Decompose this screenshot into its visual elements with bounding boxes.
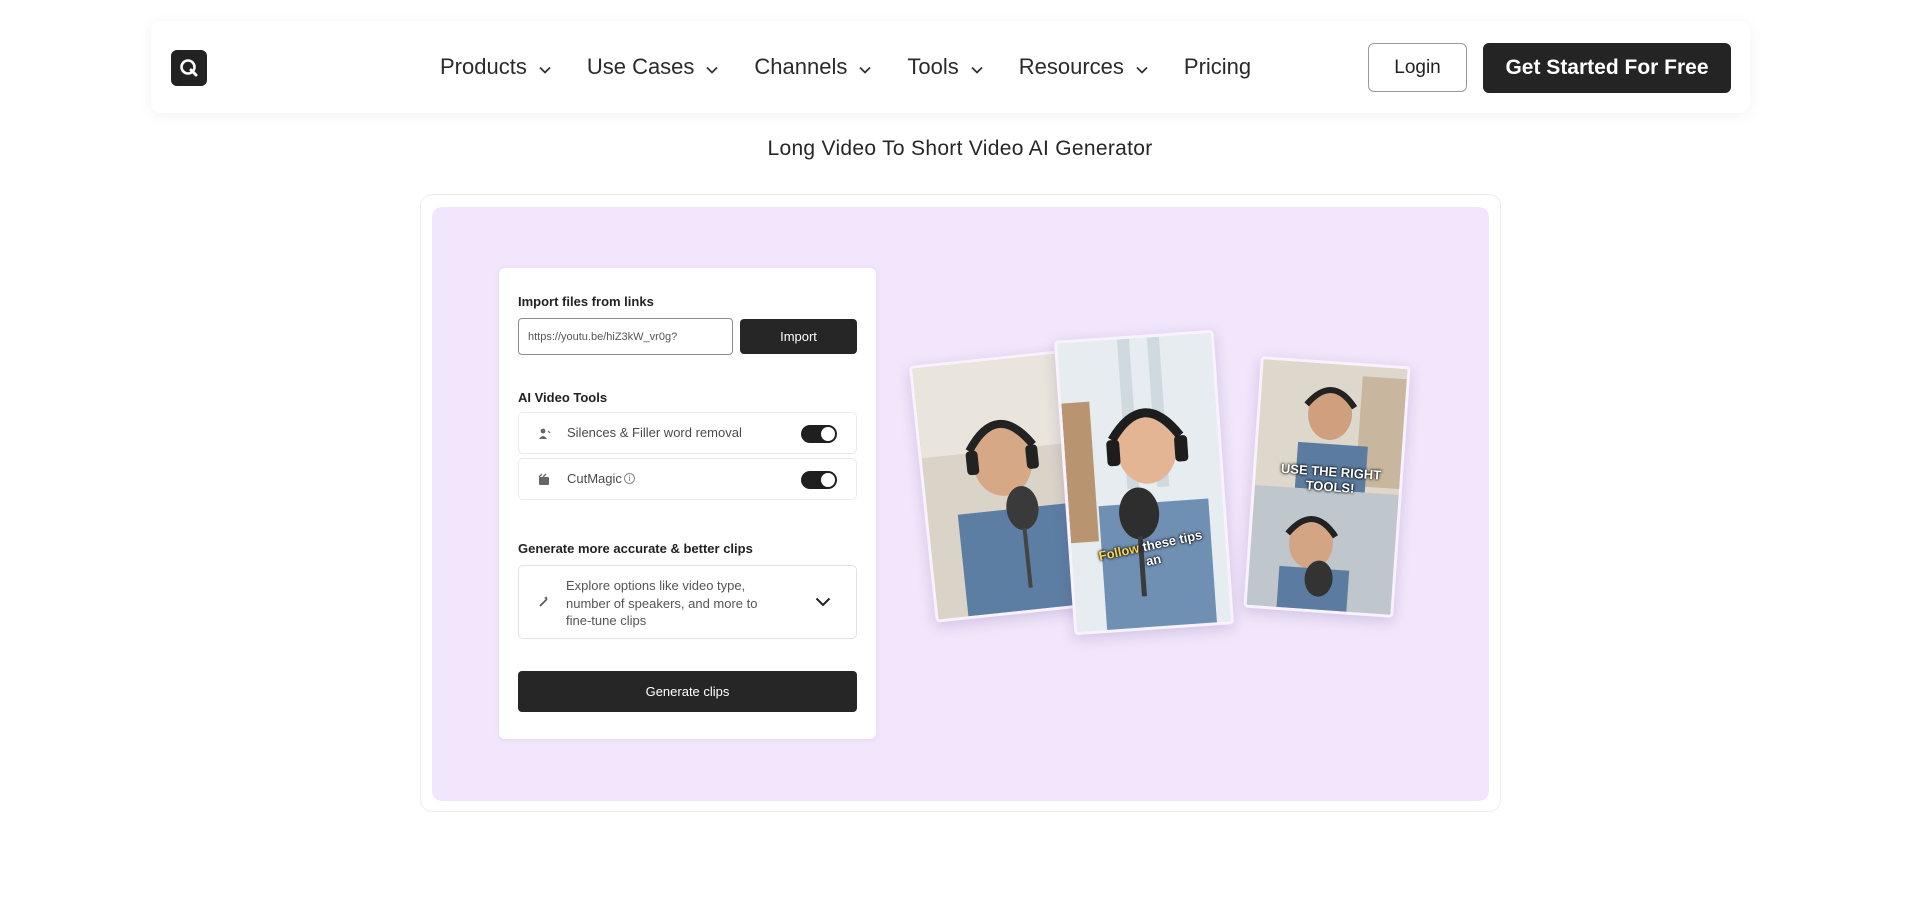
info-icon[interactable]: i — [623, 473, 635, 484]
chevron-down-icon — [539, 54, 551, 80]
nav-pricing-label: Pricing — [1183, 54, 1252, 79]
cutmagic-label: CutMagic — [567, 471, 622, 486]
logo-icon — [180, 59, 198, 77]
import-heading: Import files from links — [518, 294, 654, 309]
import-button[interactable]: Import — [740, 319, 857, 354]
url-input[interactable]: https://youtu.be/hiZ3kW_vr0g? — [518, 318, 733, 355]
main-nav: Products Use Cases Channels Tools Resour… — [440, 21, 1251, 113]
tool-row-cutmagic: CutMagic i — [518, 458, 857, 500]
get-started-button[interactable]: Get Started For Free — [1483, 43, 1731, 93]
brand-logo[interactable] — [171, 50, 207, 86]
nav-use-cases-label: Use Cases — [586, 54, 695, 79]
demo-canvas: Import files from links https://youtu.be… — [432, 207, 1489, 801]
section-headline: Long Video To Short Video AI Generator — [767, 137, 1153, 160]
chevron-down-icon — [1136, 54, 1148, 80]
top-navbar: Products Use Cases Channels Tools Resour… — [151, 21, 1750, 113]
tool-label-silences: Silences & Filler word removal — [567, 425, 742, 440]
clips-heading: Generate more accurate & better clips — [518, 541, 753, 556]
chevron-down-icon — [815, 594, 831, 612]
clip-thumbnail: Follow these tips an — [1053, 329, 1235, 636]
nav-products-label: Products — [440, 54, 527, 79]
clips-preview: USE THE RIGHT TOOLS! Follow these tips a… — [902, 317, 1422, 677]
sparkle-wand-icon — [537, 595, 551, 609]
silence-icon — [537, 427, 551, 441]
chevron-down-icon — [859, 54, 872, 80]
clip-generator-panel: Import files from links https://youtu.be… — [499, 268, 876, 739]
nav-channels-label: Channels — [754, 54, 848, 79]
nav-channels[interactable]: Channels — [754, 54, 872, 80]
clip-thumbnail: USE THE RIGHT TOOLS! — [1243, 356, 1411, 618]
cutmagic-icon — [537, 473, 551, 487]
login-button[interactable]: Login — [1368, 43, 1467, 92]
clip-options-text: Explore options like video type, number … — [566, 578, 758, 628]
silences-toggle[interactable] — [801, 425, 837, 443]
chevron-down-icon — [706, 54, 719, 80]
tool-row-silences: Silences & Filler word removal — [518, 412, 857, 454]
nav-use-cases[interactable]: Use Cases — [587, 54, 719, 80]
demo-card: Import files from links https://youtu.be… — [420, 194, 1501, 812]
generate-clips-button[interactable]: Generate clips — [518, 671, 857, 712]
cutmagic-toggle[interactable] — [801, 471, 837, 489]
nav-pricing[interactable]: Pricing — [1184, 54, 1251, 80]
chevron-down-icon — [971, 54, 983, 80]
clip-options-dropdown[interactable]: Explore options like video type, number … — [518, 565, 857, 639]
nav-resources[interactable]: Resources — [1019, 54, 1148, 80]
tools-heading: AI Video Tools — [518, 390, 608, 405]
nav-tools-label: Tools — [907, 54, 959, 79]
tool-label-cutmagic: CutMagic i — [567, 471, 635, 486]
nav-products[interactable]: Products — [440, 54, 551, 80]
nav-resources-label: Resources — [1018, 54, 1124, 79]
nav-tools[interactable]: Tools — [907, 54, 983, 80]
